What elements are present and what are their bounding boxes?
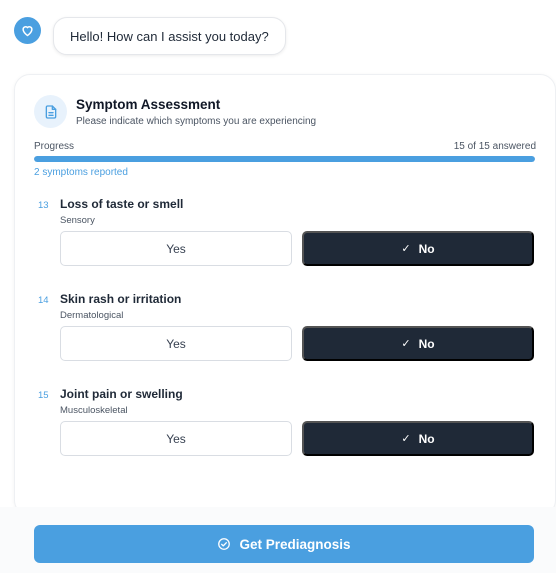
chat-page: Hello! How can I assist you today? Sympt… xyxy=(0,0,556,573)
yes-button[interactable]: Yes xyxy=(60,326,292,361)
no-button[interactable]: ✓ No xyxy=(302,326,534,361)
check-circle-icon xyxy=(218,538,231,550)
heart-icon xyxy=(22,26,33,37)
greeting-message: Hello! How can I assist you today? xyxy=(53,17,286,55)
get-prediagnosis-button[interactable]: Get Prediagnosis xyxy=(34,525,534,563)
question-item: 14 Skin rash or irritation Dermatologica… xyxy=(15,278,555,373)
progress-count: 15 of 15 answered xyxy=(453,141,536,152)
question-title: Joint pain or swelling xyxy=(60,387,183,401)
no-button[interactable]: ✓ No xyxy=(302,421,534,456)
card-subtitle: Please indicate which symptoms you are e… xyxy=(76,116,317,127)
bot-avatar xyxy=(14,17,41,44)
question-item: 13 Loss of taste or smell Sensory Yes ✓ … xyxy=(15,183,555,278)
document-icon-badge xyxy=(34,95,67,128)
progress-bar-fill xyxy=(34,156,535,162)
yes-button[interactable]: Yes xyxy=(60,231,292,266)
question-item: 15 Joint pain or swelling Musculoskeleta… xyxy=(15,373,555,468)
checkmark-icon: ✓ xyxy=(401,338,411,350)
checkmark-icon: ✓ xyxy=(401,243,411,255)
question-number: 15 xyxy=(38,390,49,401)
question-list[interactable]: 13 Loss of taste or smell Sensory Yes ✓ … xyxy=(15,183,555,515)
question-number: 13 xyxy=(38,200,49,211)
card-title: Symptom Assessment xyxy=(76,97,221,112)
progress-label: Progress xyxy=(34,141,75,152)
no-button-label: No xyxy=(418,336,435,351)
question-category: Sensory xyxy=(60,215,95,226)
checkmark-icon: ✓ xyxy=(401,433,411,445)
question-category: Musculoskeletal xyxy=(60,405,128,416)
question-number: 14 xyxy=(38,295,49,306)
symptom-assessment-card: Symptom Assessment Please indicate which… xyxy=(14,74,556,516)
yes-button[interactable]: Yes xyxy=(60,421,292,456)
no-button[interactable]: ✓ No xyxy=(302,231,534,266)
no-button-label: No xyxy=(418,241,435,256)
question-category: Dermatological xyxy=(60,310,124,321)
get-prediagnosis-label: Get Prediagnosis xyxy=(239,536,351,552)
question-title: Skin rash or irritation xyxy=(60,292,182,306)
no-button-label: No xyxy=(418,431,435,446)
document-icon xyxy=(45,104,56,119)
question-title: Loss of taste or smell xyxy=(60,197,184,211)
progress-bar xyxy=(34,156,535,162)
symptoms-reported-summary: 2 symptoms reported xyxy=(34,167,128,178)
